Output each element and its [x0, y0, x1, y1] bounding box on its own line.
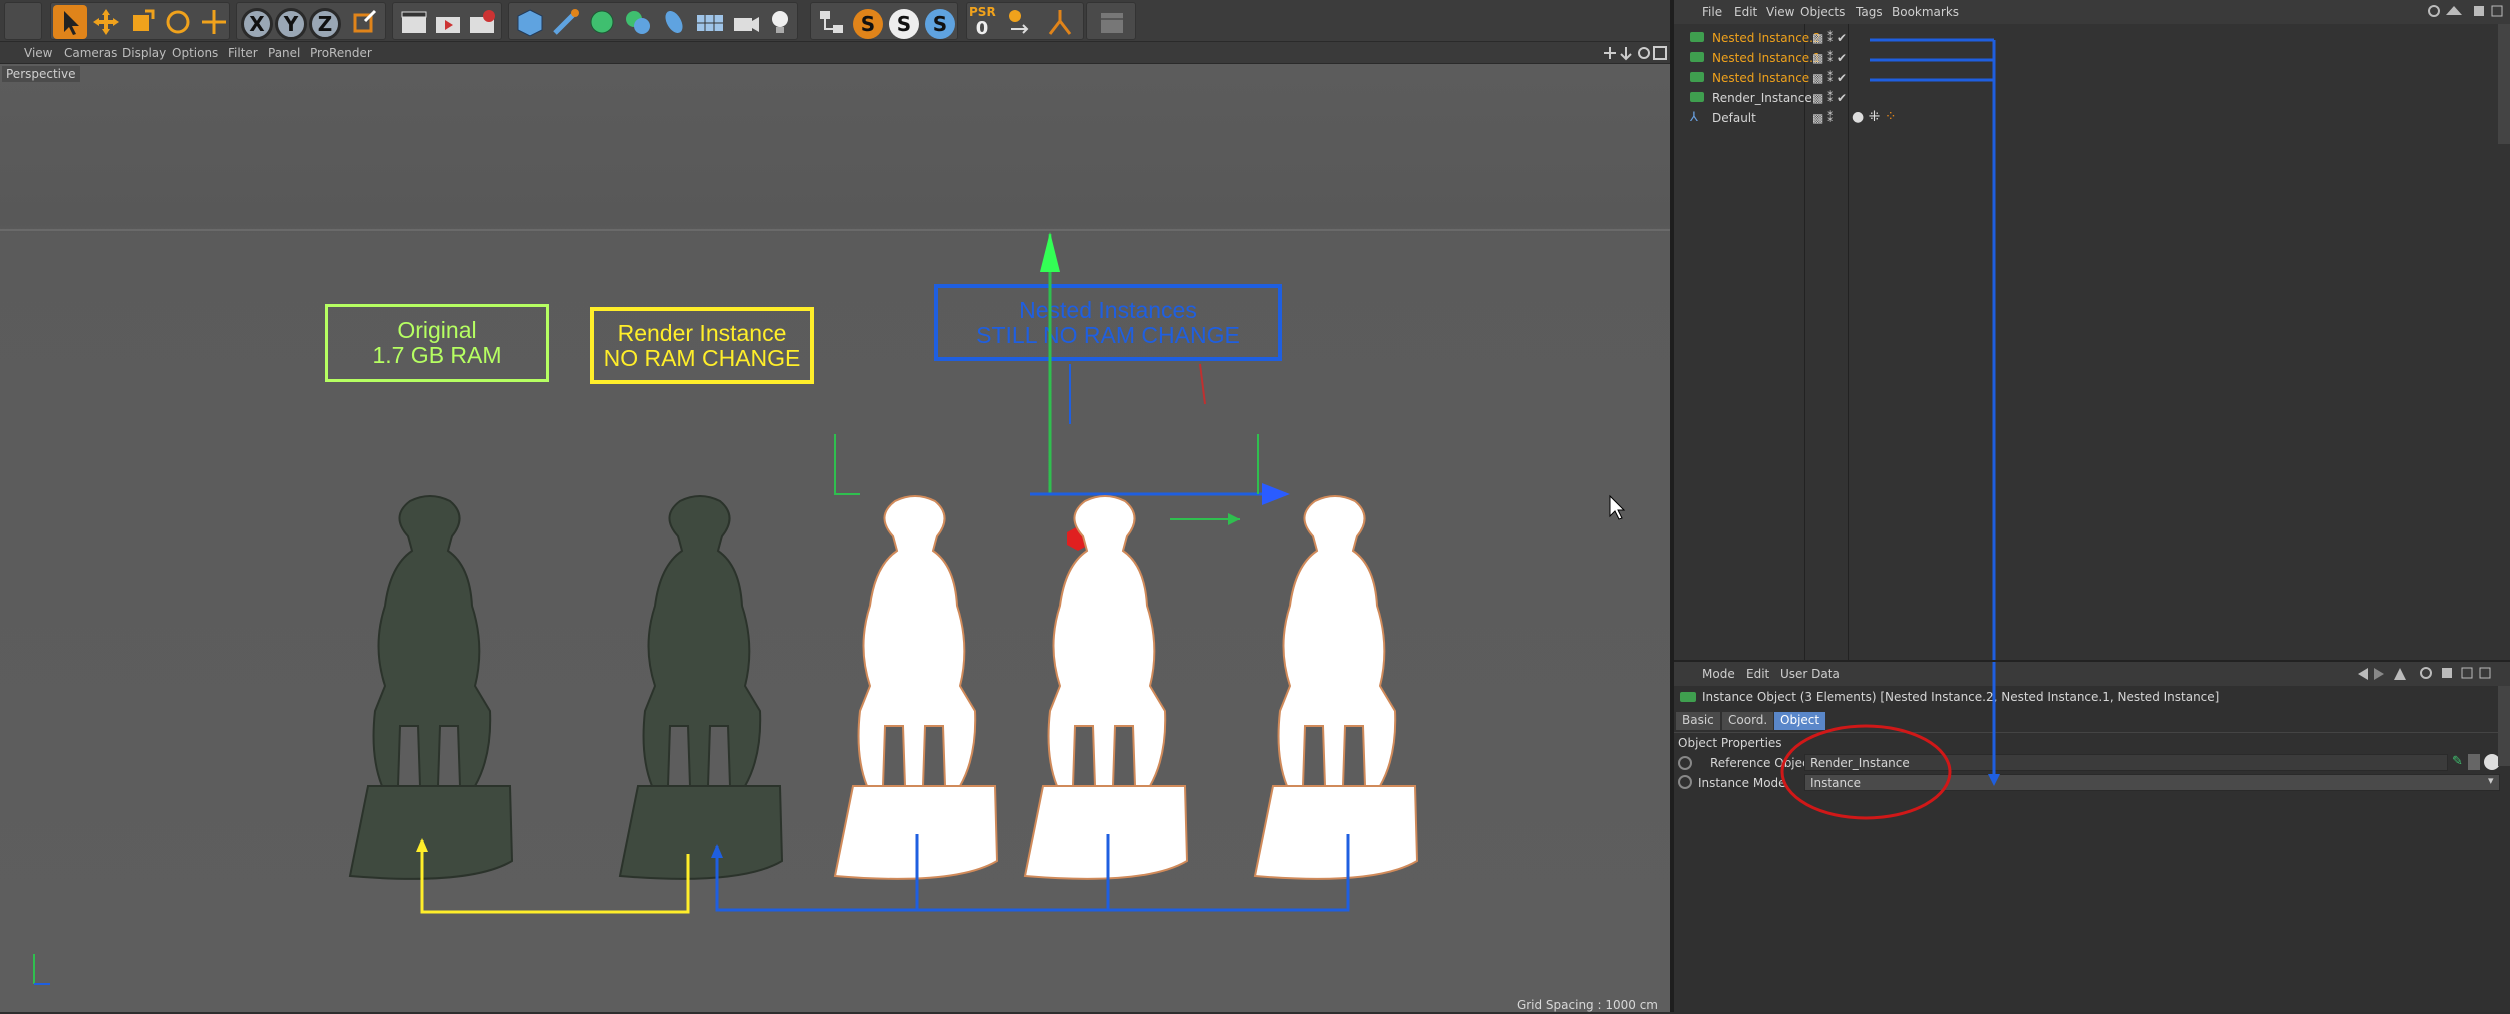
workplane-snap-button[interactable]: S	[889, 9, 919, 39]
psr-value: 0	[975, 18, 989, 39]
crosshair-icon	[202, 10, 226, 34]
cursor-icon	[64, 11, 79, 35]
lightbulb-icon	[772, 11, 788, 33]
render-group	[392, 2, 502, 40]
snap-settings-button[interactable]	[815, 5, 849, 39]
workspace-button[interactable]	[1095, 5, 1129, 39]
clapboard-play-icon	[436, 17, 460, 33]
viewport-navigation-icons[interactable]	[1600, 44, 1670, 62]
cube-button[interactable]	[513, 5, 547, 39]
snap-group: S S S	[810, 2, 958, 40]
array-icon	[626, 11, 650, 34]
select-tool-button[interactable]	[53, 5, 87, 39]
axis-group: X Y Z	[236, 2, 386, 40]
pen-icon	[553, 9, 579, 35]
scene-canvas	[33, 232, 1626, 985]
live-select-button[interactable]	[197, 5, 231, 39]
light-button[interactable]	[763, 5, 797, 39]
workspace-icon	[1101, 13, 1123, 33]
move-tool-button[interactable]	[89, 5, 123, 39]
render-view-button[interactable]	[397, 5, 431, 39]
psr-group: PSR 0	[966, 2, 1084, 40]
attribute-manager: Mode Edit User Data Instance Object (3 E…	[1674, 660, 2510, 1012]
statue-original[interactable]	[349, 495, 513, 880]
statue-nested-instance-2[interactable]	[1254, 495, 1418, 880]
viewport-menu-bar: View Cameras Display Options Filter Pane…	[0, 42, 1672, 64]
menu-display[interactable]: Display	[122, 46, 166, 60]
gizmo-y-arrow-icon[interactable]	[1040, 232, 1060, 272]
axis-indicator	[33, 954, 50, 985]
clapboard-gear-icon	[470, 10, 495, 33]
cube-icon	[517, 9, 543, 37]
coordinate-system-button[interactable]	[347, 5, 381, 39]
statue-nested-instance-1[interactable]	[1024, 495, 1188, 880]
axis-y-button[interactable]: Y	[275, 8, 307, 40]
camera-button[interactable]	[729, 5, 763, 39]
attribute-scrollbar[interactable]	[2498, 686, 2510, 766]
perspective-viewport[interactable]: Perspective Original 1.7 GB RAM Render I…	[0, 64, 1670, 1012]
link-arrow	[1988, 662, 2000, 786]
menu-view[interactable]: View	[24, 46, 52, 60]
psr-label: PSR	[969, 5, 996, 19]
ik-chain-icon	[1048, 10, 1072, 35]
object-manager-scrollbar[interactable]	[2498, 24, 2510, 144]
gizmo-z-arrow-icon[interactable]	[1262, 483, 1290, 505]
scale-tool-button[interactable]	[125, 5, 159, 39]
statue-nested-instance[interactable]	[834, 495, 998, 880]
undo-button[interactable]	[4, 2, 42, 40]
extra-group	[1086, 2, 1136, 40]
scale-icon	[133, 9, 155, 31]
sun-arrows-icon	[1009, 10, 1029, 34]
render-picture-viewer-button[interactable]	[431, 5, 465, 39]
axis-x-button[interactable]: X	[241, 8, 273, 40]
quantize-button[interactable]: S	[925, 9, 955, 39]
statue-render-instance[interactable]	[619, 495, 783, 880]
create-group	[508, 2, 798, 40]
mouse-cursor-icon	[1609, 494, 1626, 520]
link-lines	[1870, 38, 1996, 660]
tweak-button[interactable]	[1003, 5, 1037, 39]
tool-group	[50, 2, 230, 40]
deformer-icon	[665, 11, 683, 33]
render-settings-button[interactable]	[465, 5, 499, 39]
main-toolbar: X Y Z S S S PSR 0	[0, 0, 1672, 42]
move-icon	[93, 9, 119, 35]
object-manager: File Edit View Objects Tags Bookmarks Ne…	[1674, 0, 2510, 660]
array-button[interactable]	[621, 5, 655, 39]
grid-plane-icon	[697, 15, 723, 31]
menu-prorender[interactable]: ProRender	[310, 46, 372, 60]
grid-spacing-readout: Grid Spacing : 1000 cm	[1516, 998, 1658, 1012]
floor-button[interactable]	[693, 5, 727, 39]
menu-filter[interactable]: Filter	[228, 46, 258, 60]
clapboard-icon	[401, 11, 427, 33]
menu-panel[interactable]: Panel	[268, 46, 300, 60]
rotate-icon	[166, 10, 190, 34]
camera-icon	[734, 17, 759, 32]
subdivision-button[interactable]	[585, 5, 619, 39]
rotate-tool-button[interactable]	[161, 5, 195, 39]
coordinate-system-icon	[353, 9, 377, 33]
pen-button[interactable]	[549, 5, 583, 39]
menu-options[interactable]: Options	[172, 46, 218, 60]
ik-button[interactable]	[1043, 5, 1077, 39]
hierarchy-icon	[820, 11, 843, 33]
deformer-button[interactable]	[657, 5, 691, 39]
menu-cameras[interactable]: Cameras	[64, 46, 117, 60]
subdivision-icon	[590, 10, 614, 34]
axis-z-button[interactable]: Z	[309, 8, 341, 40]
snap-button[interactable]: S	[853, 9, 883, 39]
